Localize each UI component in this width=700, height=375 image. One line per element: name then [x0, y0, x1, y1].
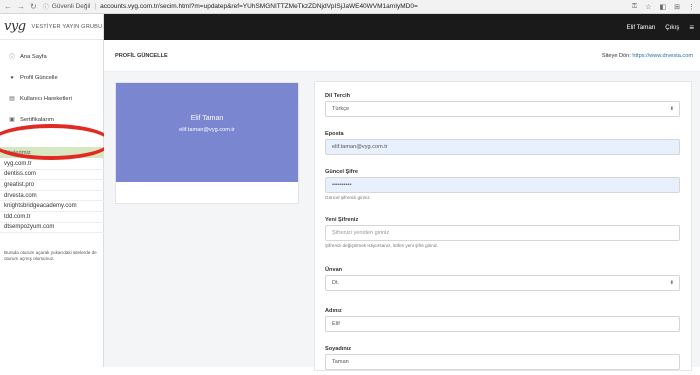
url-separator: | [94, 3, 97, 10]
logo-mark: vyg [4, 19, 26, 34]
sso-note: Burada oturum açarak yukarıdaki sitelerd… [4, 250, 97, 261]
menu-dots-icon[interactable]: ⋮ [688, 3, 695, 11]
site-link[interactable]: dtsempozyum.com [0, 223, 104, 234]
back-arrow-icon[interactable]: ← [4, 2, 12, 11]
email-label: Eposta [325, 131, 344, 137]
new-password-field[interactable]: Şifrenizi yeniden giriniz [325, 225, 680, 241]
security-status: Güvenli Değil [51, 3, 91, 10]
profile-card: Elif Taman elif.taman@vyg.com.tr [115, 82, 299, 204]
sidebar: vyg VESTİYER YAYIN GRUBU ⓘ Ana Sayfa ● P… [0, 14, 112, 367]
language-label: Dil Tercih [325, 93, 351, 99]
site-link[interactable]: knightsbridgeacademy.com [0, 201, 104, 212]
last-name-value: Taman [332, 359, 349, 365]
sidebar-item-label: Ana Sayfa [20, 53, 47, 60]
certificate-icon: ▣ [9, 117, 15, 123]
brand-name: VESTİYER YAYIN GRUBU [31, 23, 103, 30]
email-field[interactable]: elif.taman@vyg.com.tr [325, 139, 680, 155]
user-icon: ● [10, 74, 14, 81]
sidebar-item-label: Kullanıcı Hareketleri [20, 95, 72, 102]
current-password-label: Güncel Şifre [325, 169, 358, 175]
back-site-link[interactable]: https://www.drvesta.com [632, 53, 693, 59]
address-bar[interactable]: accounts.vyg.com.tr/secim.html?m=updatep… [100, 3, 418, 10]
sidebar-menu: ⓘ Ana Sayfa ● Profil Güncelle ▤ Kullanıc… [0, 40, 103, 130]
profile-banner: Elif Taman elif.taman@vyg.com.tr [116, 83, 298, 182]
hamburger-menu-icon[interactable]: ≡ [689, 23, 694, 32]
profile-form: Dil Tercih Türkçe ⬍ Eposta elif.taman@vy… [314, 81, 692, 371]
email-value: elif.taman@vyg.com.tr [332, 144, 388, 150]
profile-email: elif.taman@vyg.com.tr [179, 127, 235, 133]
key-icon[interactable]: ⚿ [632, 3, 637, 11]
table-icon: ▤ [9, 96, 15, 102]
sidebar-item-label: Profil Güncelle [20, 74, 58, 81]
first-name-field[interactable]: Elif [325, 316, 680, 332]
reload-icon[interactable]: ↻ [30, 2, 37, 11]
current-password-hint: Güncel şifrenizi giriniz. [325, 195, 371, 200]
title-value: Dt. [332, 280, 340, 286]
last-name-field[interactable]: Taman [325, 354, 680, 370]
browser-toolbar: ← → ↻ ⓘ Güvenli Değil | accounts.vyg.com… [0, 0, 700, 14]
back-label: Siteye Dön: [601, 52, 631, 59]
sidebar-item-home[interactable]: ⓘ Ana Sayfa [0, 46, 103, 67]
first-name-label: Adınız [325, 308, 342, 314]
back-to-site: Siteye Dön: https://www.drvesta.com [602, 53, 693, 59]
translate-icon[interactable]: ⊞ [674, 3, 680, 11]
new-password-placeholder: Şifrenizi yeniden giriniz [332, 230, 390, 236]
title-select[interactable]: Dt. ⬍ [325, 275, 680, 291]
new-password-hint: Şifrenizi değiştirmek istiyorsanız, lütf… [325, 243, 439, 248]
user-name[interactable]: Elif Taman [626, 24, 655, 31]
site-link[interactable]: greatist.pro [0, 180, 104, 191]
info-icon[interactable]: ⓘ [43, 2, 49, 11]
star-icon[interactable]: ☆ [645, 3, 651, 11]
new-password-label: Yeni Şifreniz [325, 217, 359, 223]
site-link[interactable]: tdd.com.tr [0, 212, 104, 223]
profile-name: Elif Taman [190, 115, 224, 122]
info-circle-icon: ⓘ [8, 55, 15, 61]
site-list: vyg.com.tr dentiss.com greatist.pro drve… [0, 159, 104, 234]
page-header: PROFİL GÜNCELLE Siteye Dön: https://www.… [104, 40, 700, 72]
sidebar-item-profile[interactable]: ● Profil Güncelle [0, 67, 103, 88]
site-link[interactable]: drvesta.com [0, 191, 104, 202]
first-name-value: Elif [332, 321, 340, 327]
site-link[interactable]: dentiss.com [0, 170, 104, 181]
title-label: Ünvan [325, 267, 343, 273]
logo[interactable]: vyg VESTİYER YAYIN GRUBU [0, 14, 103, 40]
current-password-field[interactable]: •••••••••• [325, 177, 680, 193]
extension-icon[interactable]: ◧ [660, 3, 667, 11]
browser-nav: ← → ↻ [0, 2, 37, 11]
site-link[interactable]: vyg.com.tr [0, 159, 104, 170]
forward-arrow-icon[interactable]: → [17, 2, 25, 11]
select-arrows-icon: ⬍ [669, 280, 674, 286]
language-value: Türkçe [332, 106, 350, 112]
main-content: Elif Taman elif.taman@vyg.com.tr Dil Ter… [104, 72, 700, 371]
page-title: PROFİL GÜNCELLE [115, 52, 168, 59]
sidebar-item-activity[interactable]: ▤ Kullanıcı Hareketleri [0, 88, 103, 109]
last-name-label: Soyadınız [325, 346, 352, 352]
top-bar: Elif Taman Çıkış ≡ [104, 14, 700, 40]
sidebar-item-label: Sertifikalarım [20, 116, 54, 123]
browser-actions: ⚿ ☆ ◧ ⊞ ⋮ [632, 3, 700, 11]
logout-link[interactable]: Çıkış [665, 24, 679, 31]
select-arrows-icon: ⬍ [669, 106, 674, 112]
language-select[interactable]: Türkçe ⬍ [325, 101, 680, 117]
current-password-value: •••••••••• [332, 182, 352, 188]
